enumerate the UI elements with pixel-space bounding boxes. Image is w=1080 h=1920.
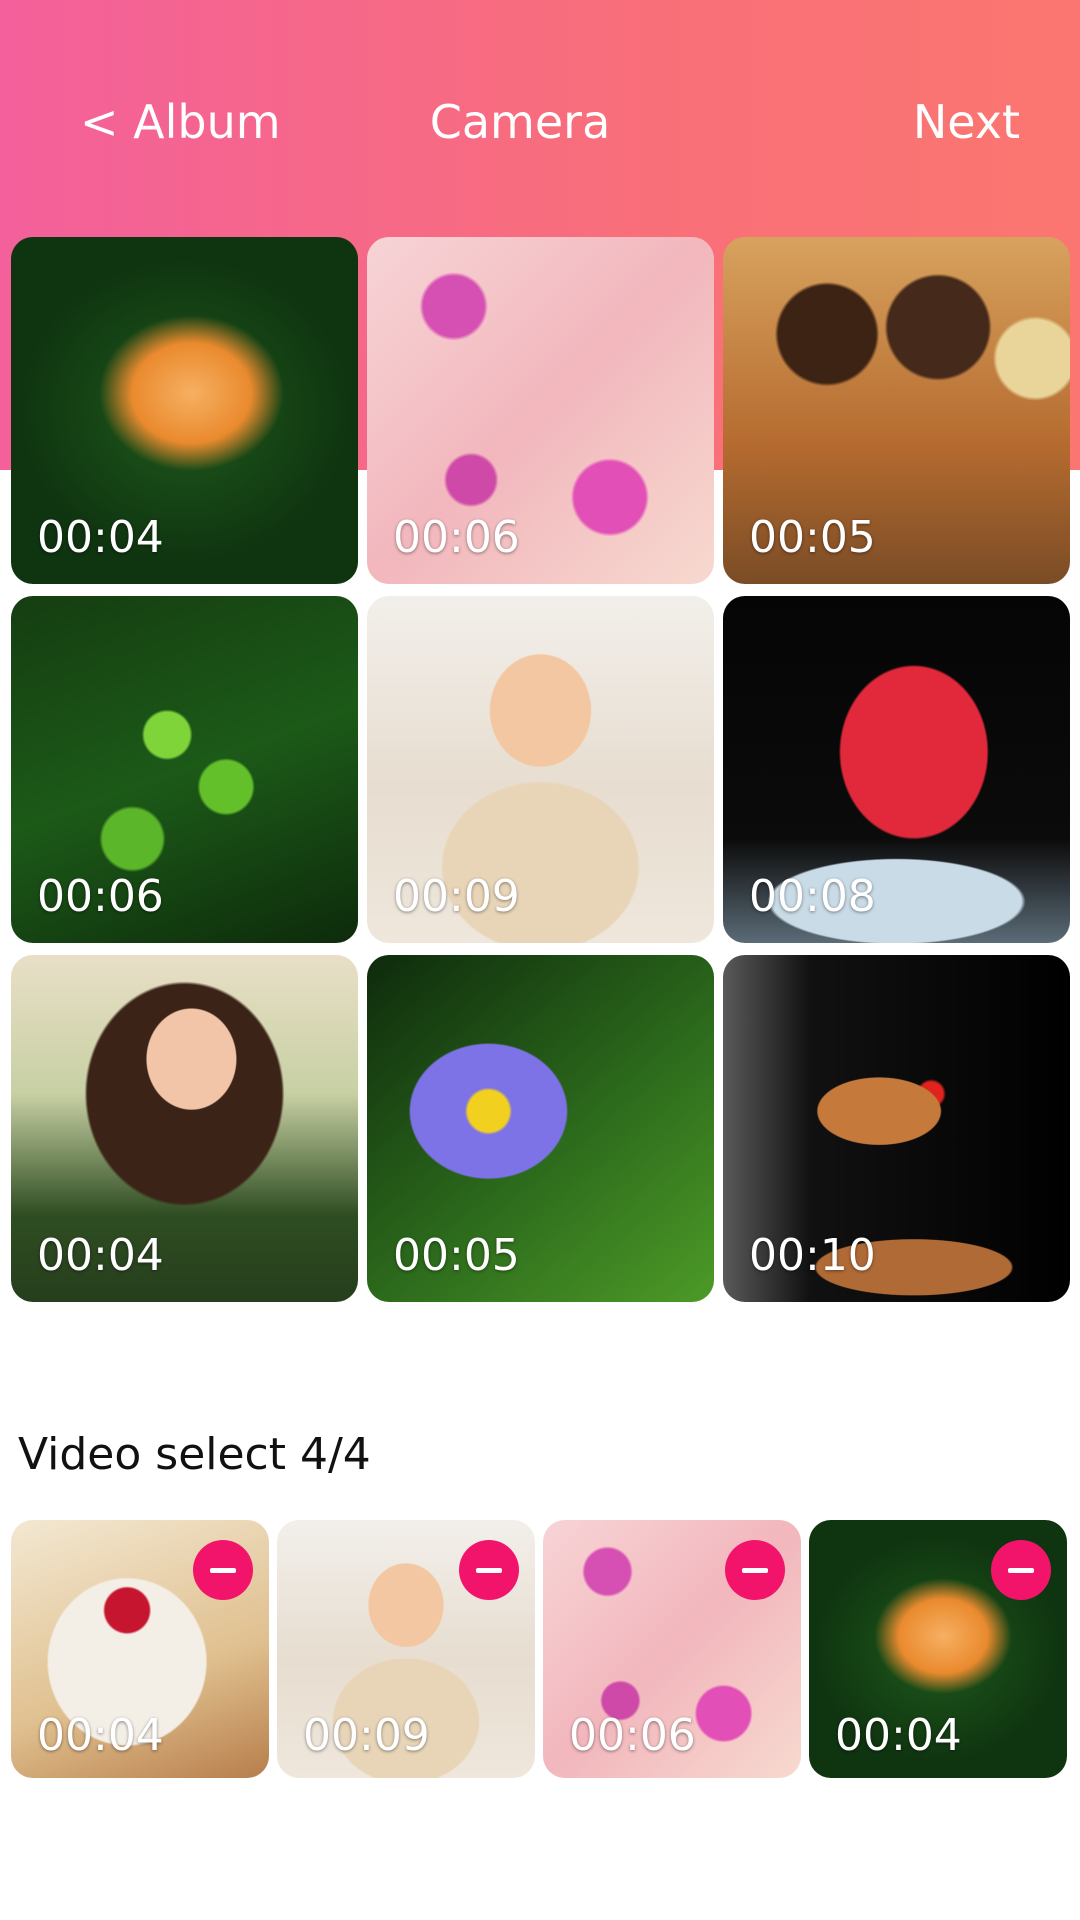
minus-circle-icon [476,1567,502,1573]
video-duration: 00:04 [37,1710,164,1761]
selected-video[interactable]: 00:04 [11,1520,269,1778]
video-thumbnail[interactable]: 00:05 [723,237,1070,584]
remove-selection-button[interactable] [459,1540,519,1600]
video-duration: 00:06 [569,1710,696,1761]
remove-selection-button[interactable] [193,1540,253,1600]
next-button[interactable]: Next [913,92,1020,152]
video-thumbnail[interactable]: 00:08 [723,596,1070,943]
video-duration: 00:05 [749,512,876,563]
minus-circle-icon [742,1567,768,1573]
video-thumbnail[interactable]: 00:06 [367,237,714,584]
minus-circle-icon [210,1567,236,1573]
video-duration: 00:06 [37,871,164,922]
video-duration: 00:09 [393,871,520,922]
video-duration: 00:04 [37,512,164,563]
video-duration: 00:05 [393,1230,520,1281]
video-duration: 00:10 [749,1230,876,1281]
video-duration: 00:09 [303,1710,430,1761]
selected-video[interactable]: 00:04 [809,1520,1067,1778]
selected-video[interactable]: 00:09 [277,1520,535,1778]
video-thumbnail[interactable]: 00:04 [11,237,358,584]
video-thumbnail[interactable]: 00:10 [723,955,1070,1302]
selected-video[interactable]: 00:06 [543,1520,801,1778]
selection-count-label: Video select 4/4 [18,1429,371,1480]
video-thumbnail[interactable]: 00:04 [11,955,358,1302]
page-title: Camera [429,95,611,149]
video-duration: 00:04 [835,1710,962,1761]
video-thumbnail[interactable]: 00:09 [367,596,714,943]
video-duration: 00:08 [749,871,876,922]
video-thumbnail[interactable]: 00:05 [367,955,714,1302]
video-duration: 00:04 [37,1230,164,1281]
remove-selection-button[interactable] [991,1540,1051,1600]
video-thumbnail[interactable]: 00:06 [11,596,358,943]
video-grid: 00:04 00:06 00:05 00:06 00:09 00:08 00:0… [11,237,1071,1302]
minus-circle-icon [1008,1567,1034,1573]
top-bar: < Album Camera Next [0,0,1080,240]
remove-selection-button[interactable] [725,1540,785,1600]
video-duration: 00:06 [393,512,520,563]
selected-videos-strip: 00:04 00:09 00:06 00:04 [11,1520,1071,1778]
